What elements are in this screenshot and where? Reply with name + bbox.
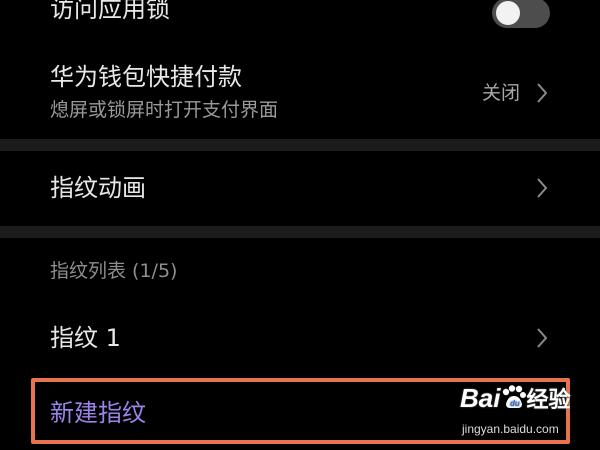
settings-screen: 访问应用锁 华为钱包快捷付款 熄屏或锁屏时打开支付界面 关闭 指纹动画 指纹列表…	[0, 0, 600, 450]
fingerprint-list-header: 指纹列表 (1/5)	[50, 260, 178, 282]
wallet-quickpay-value: 关闭	[482, 82, 521, 104]
chevron-right-icon	[530, 176, 554, 200]
wallet-quickpay-subtitle: 熄屏或锁屏时打开支付界面	[50, 99, 279, 121]
new-fingerprint-row[interactable]: 新建指纹	[0, 382, 600, 440]
toggle-knob	[496, 1, 520, 25]
section-divider	[0, 139, 600, 151]
section-divider	[0, 226, 600, 238]
chevron-right-icon	[530, 81, 554, 105]
wallet-quickpay-label: 华为钱包快捷付款	[50, 63, 242, 91]
new-fingerprint-label: 新建指纹	[50, 399, 146, 427]
fingerprint-animation-label: 指纹动画	[50, 174, 146, 202]
app-lock-toggle[interactable]	[492, 0, 550, 28]
fingerprint-item-label: 指纹 1	[50, 324, 121, 352]
app-lock-row[interactable]: 访问应用锁	[0, 0, 600, 34]
fingerprint-animation-row[interactable]: 指纹动画	[0, 151, 600, 225]
fingerprint-item[interactable]: 指纹 1	[0, 305, 600, 371]
chevron-right-icon	[530, 326, 554, 350]
wallet-quickpay-row[interactable]: 华为钱包快捷付款 熄屏或锁屏时打开支付界面 关闭	[0, 50, 600, 136]
app-lock-label: 访问应用锁	[50, 0, 170, 23]
